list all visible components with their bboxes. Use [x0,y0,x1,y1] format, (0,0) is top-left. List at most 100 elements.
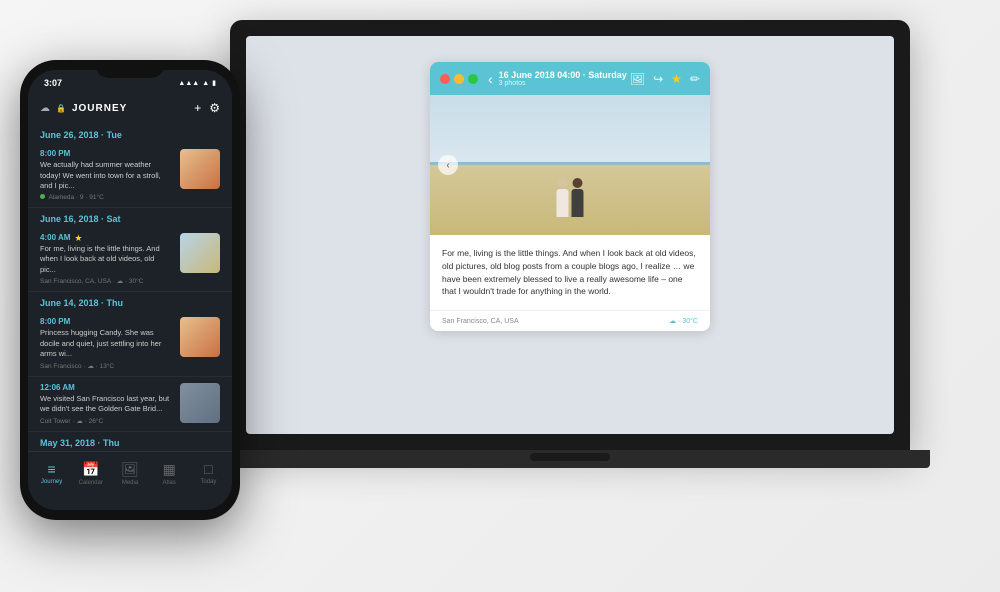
status-icons: ▲▲▲ ▲ ▮ [178,79,216,87]
laptop-body: ‹ 16 June 2018 04:00 · Saturday 3 photos… [230,20,910,450]
nav-today[interactable]: □ Today [189,461,228,485]
close-button[interactable] [440,74,450,84]
header-left: ‹ 16 June 2018 04:00 · Saturday 3 photos [440,70,627,87]
entry-thumb-4 [180,383,220,423]
date-header-1: June 26, 2018 · Tue [28,124,232,143]
entry-preview-4: We visited San Francisco last year, but … [40,394,172,415]
entry-item-3[interactable]: 8:00 PM Princess hugging Candy. She was … [28,311,232,377]
entry-meta-4: Coit Tower · ☁ · 26°C [40,417,172,425]
couple-figure [557,178,584,217]
phone-header-right: + ⚙ [194,101,220,115]
star-icon[interactable]: ★ [671,72,682,86]
nav-journey[interactable]: ≡ Journey [32,461,71,485]
photo-count: 3 photos [499,80,627,87]
person2-body [572,189,584,217]
minimize-button[interactable] [454,74,464,84]
header-actions: 🖼 ↪ ★ ✏ [630,72,700,86]
entry-thumb-1 [180,149,220,189]
entry-time-2: 4:00 AM [40,233,70,242]
share-icon[interactable]: ↪ [653,72,663,86]
journal-photo: ‹ [430,95,710,235]
date-header-3: June 14, 2018 · Thu [28,292,232,311]
today-nav-icon: □ [204,461,212,477]
laptop-device: ‹ 16 June 2018 04:00 · Saturday 3 photos… [230,20,930,570]
entry-preview-2: For me, living is the little things. And… [40,244,172,276]
calendar-nav-icon: 📅 [82,461,99,478]
phone-notch [95,60,165,78]
battery-icon: ▮ [212,79,216,87]
entry-info-2: 4:00 AM ★ For me, living is the little t… [40,233,172,286]
thumb-img-3 [180,317,220,357]
entry-time-1: 8:00 PM [40,149,172,158]
entry-item-1[interactable]: 8:00 PM We actually had summer weather t… [28,143,232,208]
nav-media[interactable]: 🖼 Media [110,461,149,486]
nav-calendar[interactable]: 📅 Calendar [71,461,110,486]
phone-bottom-nav: ≡ Journey 📅 Calendar 🖼 Media ▦ Atlas □ [28,451,232,495]
calendar-nav-label: Calendar [79,480,103,486]
signal-icon: ▲▲▲ [178,80,199,87]
today-nav-label: Today [200,479,216,485]
journal-body-text: For me, living is the little things. And… [442,247,698,298]
phone-entry-list: June 26, 2018 · Tue 8:00 PM We actually … [28,124,232,451]
status-time: 3:07 [44,78,62,88]
person2-head [573,178,583,188]
photo-icon[interactable]: 🖼 [630,72,645,86]
journal-footer: San Francisco, CA, USA ☁ · 30°C [430,310,710,331]
add-icon[interactable]: + [194,101,201,115]
entry-info-3: 8:00 PM Princess hugging Candy. She was … [40,317,172,370]
photo-prev-arrow[interactable]: ‹ [438,155,458,175]
lock-icon: 🔒 [56,104,66,113]
entry-item-2[interactable]: 4:00 AM ★ For me, living is the little t… [28,227,232,293]
person1-body [557,189,569,217]
journal-card-header: ‹ 16 June 2018 04:00 · Saturday 3 photos… [430,62,710,95]
journal-card: ‹ 16 June 2018 04:00 · Saturday 3 photos… [430,62,710,331]
thumb-img-1 [180,149,220,189]
phone-screen: 3:07 ▲▲▲ ▲ ▮ ☁ 🔒 JOURNEY + ⚙ [28,70,232,510]
entry-info-4: 12:06 AM We visited San Francisco last y… [40,383,172,425]
laptop-base [210,450,930,468]
entry-info-1: 8:00 PM We actually had summer weather t… [40,149,172,201]
laptop-desktop: ‹ 16 June 2018 04:00 · Saturday 3 photos… [246,36,894,434]
header-date-block: 16 June 2018 04:00 · Saturday 3 photos [499,70,627,87]
journal-weather: ☁ · 30°C [669,317,698,325]
date-header-5: May 31, 2018 · Thu [28,432,232,451]
entry-preview-1: We actually had summer weather today! We… [40,160,172,192]
star-badge-2: ★ [74,233,82,244]
journal-content: For me, living is the little things. And… [430,235,710,310]
nav-atlas[interactable]: ▦ Atlas [150,461,189,486]
phone-body: 3:07 ▲▲▲ ▲ ▮ ☁ 🔒 JOURNEY + ⚙ [20,60,240,520]
atlas-nav-label: Atlas [163,480,176,486]
entry-thumb-2 [180,233,220,273]
journal-date: 16 June 2018 04:00 · Saturday [499,70,627,80]
settings-icon[interactable]: ⚙ [209,101,220,115]
phone-header-left: ☁ 🔒 JOURNEY [40,103,127,114]
entry-thumb-3 [180,317,220,357]
traffic-lights [440,74,478,84]
weather-dot-1 [40,194,45,199]
thumb-img-2 [180,233,220,273]
entry-meta-1: Alameda · 9 · 91°C [40,194,172,201]
person2 [572,178,584,217]
entry-meta-2: San Francisco, CA, USA · ☁ · 30°C [40,277,172,285]
thumb-img-4 [180,383,220,423]
phone-app-header: ☁ 🔒 JOURNEY + ⚙ [28,92,232,124]
phone-app-title: JOURNEY [72,103,127,114]
laptop-screen: ‹ 16 June 2018 04:00 · Saturday 3 photos… [246,36,894,434]
sky [430,95,710,172]
person1 [557,178,569,217]
journey-nav-label: Journey [41,479,62,485]
entry-preview-3: Princess hugging Candy. She was docile a… [40,328,172,360]
entry-meta-3: San Francisco · ☁ · 13°C [40,362,172,370]
back-arrow-icon[interactable]: ‹ [488,71,493,87]
journal-location: San Francisco, CA, USA [442,318,519,325]
wifi-icon: ▲ [202,80,209,87]
beach-scene [430,95,710,235]
atlas-nav-icon: ▦ [163,461,176,478]
maximize-button[interactable] [468,74,478,84]
phone-device: 3:07 ▲▲▲ ▲ ▮ ☁ 🔒 JOURNEY + ⚙ [20,60,250,530]
edit-icon[interactable]: ✏ [690,72,700,86]
cloud-icon: ☁ [40,103,50,114]
date-header-2: June 16, 2018 · Sat [28,208,232,227]
entry-time-3: 8:00 PM [40,317,172,326]
entry-item-4[interactable]: 12:06 AM We visited San Francisco last y… [28,377,232,432]
